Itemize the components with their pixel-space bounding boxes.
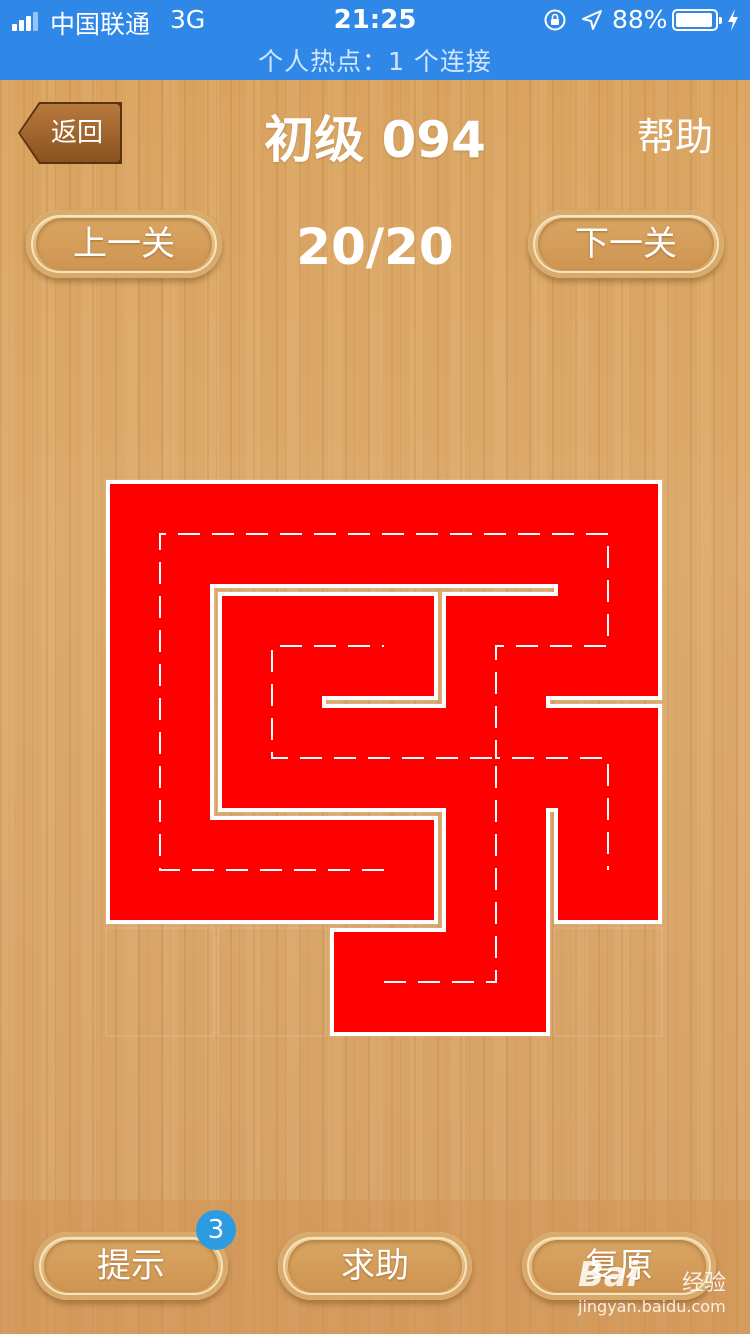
hint-count-badge: 3: [196, 1210, 236, 1250]
baidu-watermark: Bai 经验 jingyan.baidu.com: [578, 1255, 748, 1325]
hint-button[interactable]: 提示: [34, 1232, 228, 1300]
ask-help-label: 求助: [341, 1246, 409, 1286]
grid-cell[interactable]: [217, 927, 327, 1037]
watermark-brand: Bai: [578, 1255, 639, 1295]
puzzle-board[interactable]: [0, 0, 750, 1334]
watermark-url: jingyan.baidu.com: [578, 1297, 726, 1316]
ask-help-button[interactable]: 求助: [278, 1232, 472, 1300]
grid-cell[interactable]: [105, 927, 215, 1037]
grid-cell[interactable]: [553, 927, 663, 1037]
hint-label: 提示: [97, 1246, 165, 1286]
watermark-sub: 经验: [682, 1271, 727, 1296]
